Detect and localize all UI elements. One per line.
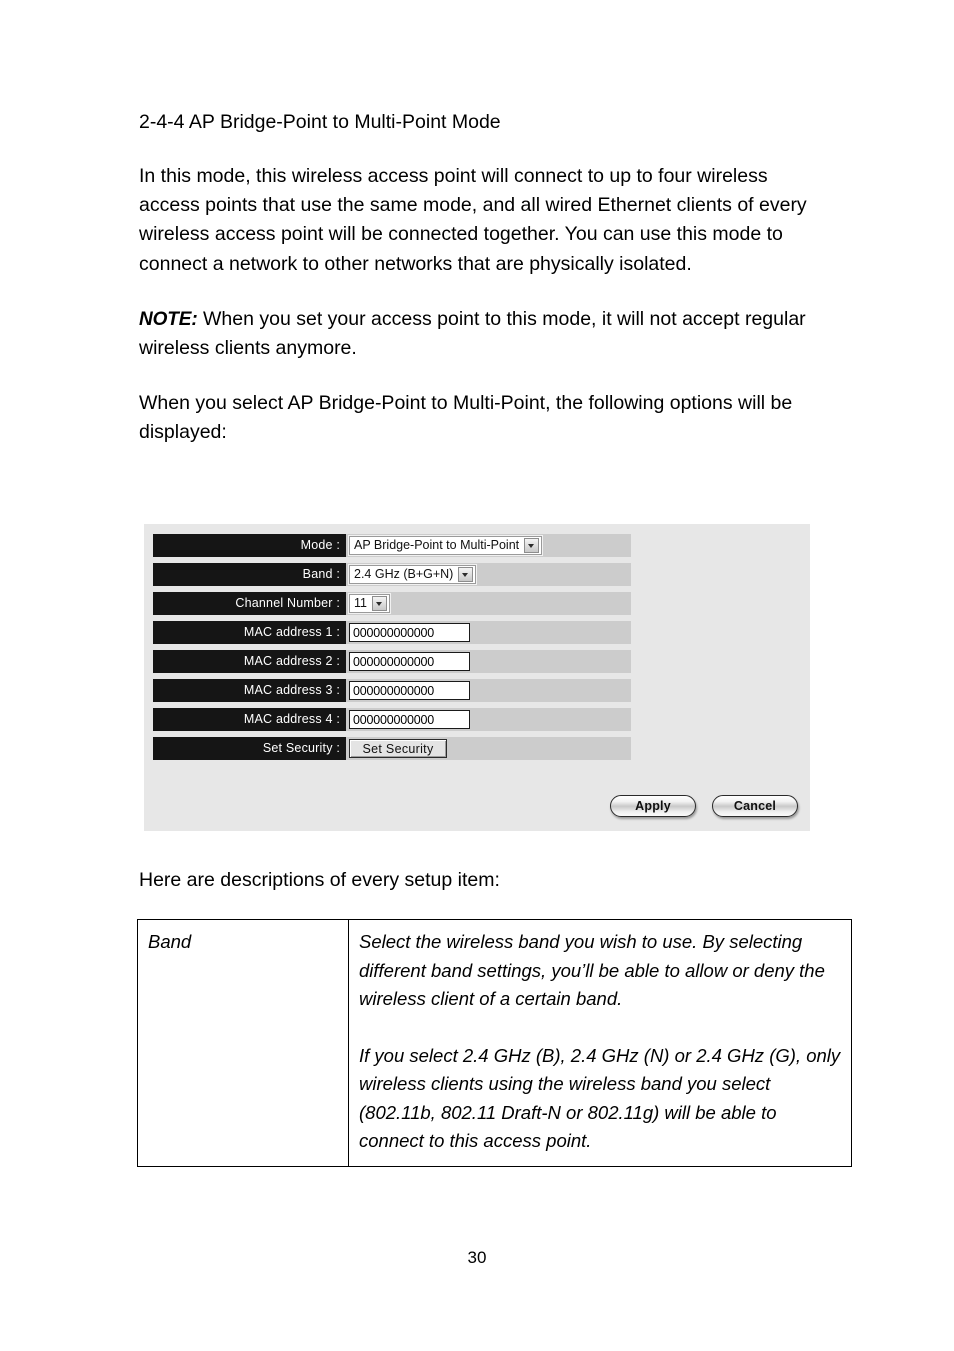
mode-select[interactable]: AP Bridge-Point to Multi-Point [349, 536, 543, 555]
chevron-down-icon[interactable] [371, 596, 387, 611]
form-row-mac-address-1: MAC address 1 : [153, 621, 631, 644]
description-paragraph-1: Select the wireless band you wish to use… [359, 931, 825, 1009]
setup-item-description-table: Band Select the wireless band you wish t… [137, 919, 852, 1167]
chevron-down-icon[interactable] [458, 567, 474, 582]
options-paragraph: When you select AP Bridge-Point to Multi… [139, 392, 793, 444]
set-security-button[interactable]: Set Security [349, 739, 447, 758]
band-select[interactable]: 2.4 GHz (B+G+N) [349, 565, 477, 584]
page-number: 30 [467, 1248, 487, 1267]
control-cell-mode: AP Bridge-Point to Multi-Point [346, 534, 631, 557]
label-mac-address-2: MAC address 2 : [153, 650, 346, 673]
note-text: When you set your access point to this m… [139, 307, 806, 360]
control-cell-mac-address-4 [346, 708, 631, 731]
note-label: NOTE: [139, 308, 198, 330]
form-row-mac-address-4: MAC address 4 : [153, 708, 631, 731]
band-select-value: 2.4 GHz (B+G+N) [354, 567, 454, 581]
channel-number-select[interactable]: 11 [349, 594, 390, 613]
label-mode: Mode : [153, 534, 346, 557]
control-cell-channel-number: 11 [346, 592, 631, 615]
table-cell-term: Band [137, 919, 349, 1167]
label-mac-address-4: MAC address 4 : [153, 708, 346, 731]
mac-address-3-input[interactable] [349, 681, 470, 700]
description-paragraph-2: If you select 2.4 GHz (B), 2.4 GHz (N) o… [359, 1044, 841, 1152]
cancel-button[interactable]: Cancel [712, 795, 798, 817]
mac-address-2-input[interactable] [349, 652, 470, 671]
form-row-channel-number: Channel Number : 11 [153, 592, 631, 615]
form-row-mac-address-3: MAC address 3 : [153, 679, 631, 702]
document-page: 2-4-4 AP Bridge-Point to Multi-Point Mod… [0, 0, 954, 1351]
label-mac-address-1: MAC address 1 : [153, 621, 346, 644]
form-row-mode: Mode : AP Bridge-Point to Multi-Point [153, 534, 631, 557]
form-row-set-security: Set Security : Set Security [153, 737, 631, 760]
mode-select-value: AP Bridge-Point to Multi-Point [354, 538, 520, 552]
apply-button[interactable]: Apply [610, 795, 696, 817]
control-cell-mac-address-1 [346, 621, 631, 644]
control-cell-set-security: Set Security [346, 737, 631, 760]
router-config-screenshot: Mode : AP Bridge-Point to Multi-Point Ba… [144, 524, 810, 831]
config-form: Mode : AP Bridge-Point to Multi-Point Ba… [153, 534, 631, 760]
label-channel-number: Channel Number : [153, 592, 346, 615]
descriptions-intro: Here are descriptions of every setup ite… [139, 869, 500, 891]
form-row-band: Band : 2.4 GHz (B+G+N) [153, 563, 631, 586]
label-mac-address-3: MAC address 3 : [153, 679, 346, 702]
control-cell-band: 2.4 GHz (B+G+N) [346, 563, 631, 586]
control-cell-mac-address-2 [346, 650, 631, 673]
label-band: Band : [153, 563, 346, 586]
mac-address-4-input[interactable] [349, 710, 470, 729]
document-body: 2-4-4 AP Bridge-Point to Multi-Point Mod… [139, 108, 811, 472]
intro-paragraph: In this mode, this wireless access point… [139, 165, 807, 275]
section-heading: 2-4-4 AP Bridge-Point to Multi-Point Mod… [139, 111, 501, 133]
screenshot-action-bar: Apply Cancel [610, 795, 798, 817]
control-cell-mac-address-3 [346, 679, 631, 702]
mac-address-1-input[interactable] [349, 623, 470, 642]
label-set-security: Set Security : [153, 737, 346, 760]
table-row: Band Select the wireless band you wish t… [137, 919, 852, 1167]
table-cell-description: Select the wireless band you wish to use… [348, 919, 852, 1167]
channel-number-select-value: 11 [354, 596, 367, 610]
note-paragraph: NOTE: When you set your access point to … [139, 305, 811, 363]
form-row-mac-address-2: MAC address 2 : [153, 650, 631, 673]
chevron-down-icon[interactable] [524, 538, 540, 553]
